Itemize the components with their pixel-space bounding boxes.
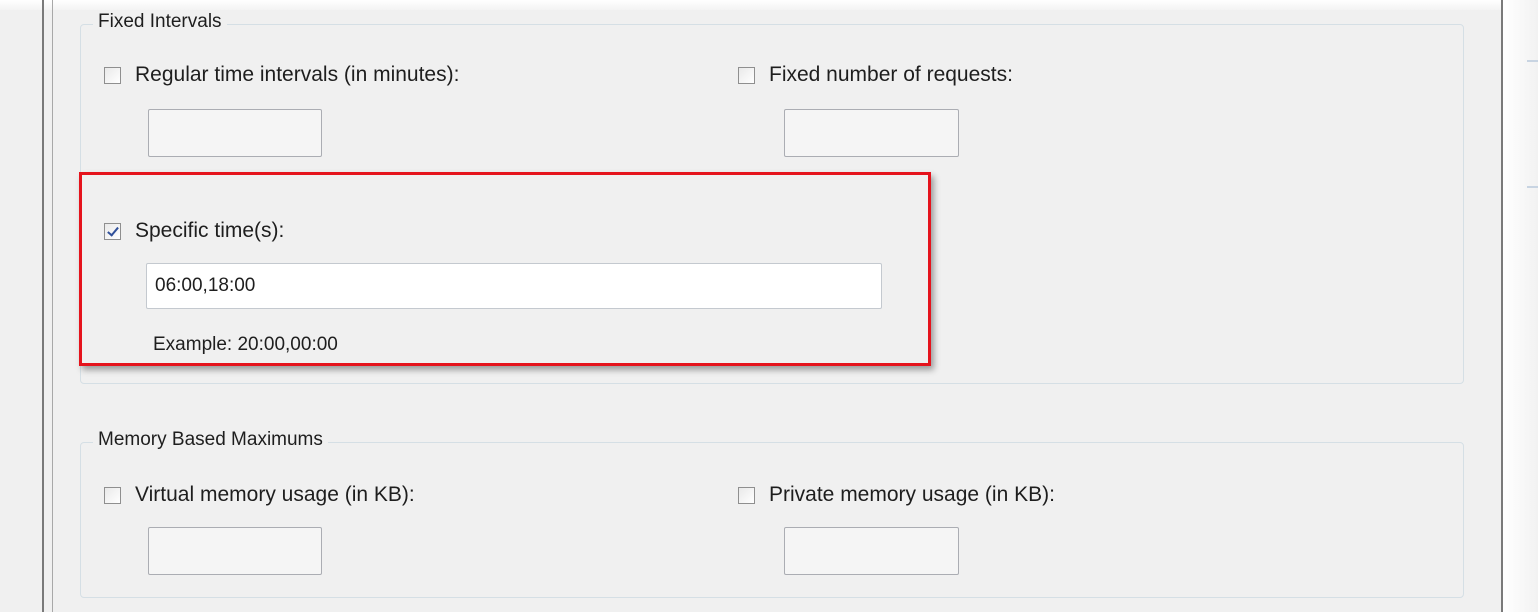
adjacent-panel-mark (1527, 60, 1538, 62)
private-memory-checkbox[interactable] (738, 486, 755, 504)
regular-time-checkbox[interactable] (104, 66, 121, 84)
private-memory-row[interactable]: Private memory usage (in KB): (738, 483, 1055, 507)
window-left-border (42, 0, 44, 612)
fixed-intervals-legend: Fixed Intervals (93, 11, 227, 33)
virtual-memory-row[interactable]: Virtual memory usage (in KB): (104, 483, 415, 507)
virtual-memory-checkbox[interactable] (104, 486, 121, 504)
regular-time-input[interactable] (148, 109, 322, 157)
private-memory-label: Private memory usage (in KB): (769, 483, 1055, 506)
adjacent-panel-mark (1527, 186, 1538, 188)
virtual-memory-input[interactable] (148, 527, 322, 575)
adjacent-panel (1503, 0, 1538, 612)
fixed-requests-checkbox[interactable] (738, 66, 755, 84)
virtual-memory-label: Virtual memory usage (in KB): (135, 483, 415, 506)
fixed-requests-input[interactable] (784, 109, 959, 157)
regular-time-label: Regular time intervals (in minutes): (135, 63, 460, 86)
regular-time-row[interactable]: Regular time intervals (in minutes): (104, 63, 459, 87)
private-memory-input[interactable] (784, 527, 959, 575)
fixed-requests-row[interactable]: Fixed number of requests: (738, 63, 1013, 87)
top-fade (0, 0, 1538, 10)
window-inner-border (52, 0, 53, 612)
memory-maximums-legend: Memory Based Maximums (93, 429, 328, 451)
highlight-box (79, 172, 931, 366)
fixed-requests-label: Fixed number of requests: (769, 63, 1013, 86)
